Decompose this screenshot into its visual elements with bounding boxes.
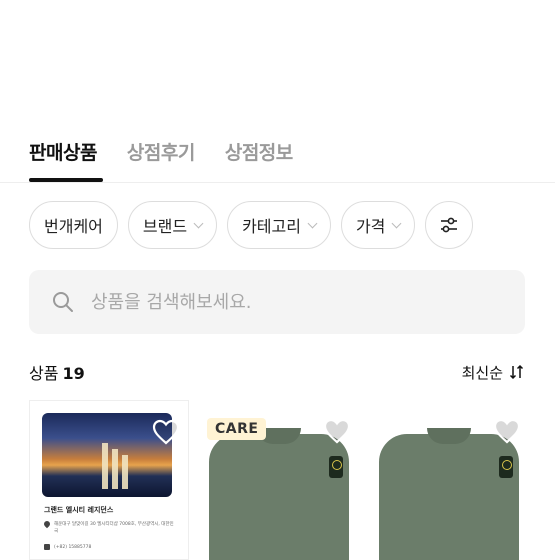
product-grid: 그랜드 엘시티 레지던스 해운대구 달맞이길 30 엘시티더샵 7008호, 부…	[29, 400, 529, 560]
filter-settings-button[interactable]	[425, 201, 474, 249]
filter-label: 브랜드	[142, 217, 188, 236]
filter-category[interactable]: 카테고리	[227, 201, 331, 249]
heart-icon[interactable]	[493, 418, 521, 444]
ad-address: 해운대구 달맞이길 30 엘시티더샵 7008호, 부산광역시, 대한민국	[54, 522, 174, 534]
ad-title: 그랜드 엘시티 레지던스	[44, 506, 114, 514]
product-count-label: 상품	[29, 364, 59, 383]
filter-bungae-care[interactable]: 번개케어	[29, 201, 118, 249]
filter-label: 번개케어	[44, 217, 103, 236]
search-bar[interactable]	[29, 270, 525, 334]
product-image	[209, 434, 349, 560]
compass-patch	[329, 456, 343, 478]
heart-icon[interactable]	[323, 418, 351, 444]
compass-patch	[499, 456, 513, 478]
product-card[interactable]	[369, 400, 529, 560]
filter-bar: 번개케어 브랜드 카테고리 가격	[29, 201, 474, 249]
sort-label: 최신순	[461, 363, 503, 382]
product-count-row: 상품 19 최신순	[29, 360, 525, 384]
chevron-down-icon	[193, 218, 204, 228]
phone-icon	[44, 544, 50, 550]
care-badge: CARE	[207, 418, 267, 440]
search-input[interactable]	[89, 290, 493, 314]
sort-button[interactable]: 최신순	[462, 362, 525, 383]
product-card-ad[interactable]: 그랜드 엘시티 레지던스 해운대구 달맞이길 30 엘시티더샵 7008호, 부…	[29, 400, 189, 560]
shop-tabs: 판매상품 상점후기 상점정보	[29, 138, 293, 165]
ad-phone: (+82) 15885778	[54, 545, 92, 550]
filter-price[interactable]: 가격	[340, 201, 416, 249]
tab-shop-info[interactable]: 상점정보	[225, 138, 293, 165]
tab-products[interactable]: 판매상품	[29, 138, 97, 165]
sliders-icon	[441, 217, 458, 233]
product-card[interactable]: CARE	[199, 400, 359, 560]
sort-arrows-icon	[509, 364, 524, 380]
location-pin-icon	[42, 519, 52, 529]
product-count-value: 19	[62, 364, 85, 383]
filter-label: 가격	[355, 217, 386, 236]
search-icon	[53, 292, 73, 312]
chevron-down-icon	[307, 218, 318, 228]
tabs-divider	[0, 182, 555, 183]
product-image	[379, 434, 519, 560]
heart-icon[interactable]	[152, 419, 180, 445]
filter-label: 카테고리	[242, 217, 301, 236]
tab-reviews[interactable]: 상점후기	[127, 138, 195, 165]
filter-brand[interactable]: 브랜드	[127, 201, 218, 249]
chevron-down-icon	[391, 218, 402, 228]
product-count: 상품 19	[29, 360, 85, 384]
